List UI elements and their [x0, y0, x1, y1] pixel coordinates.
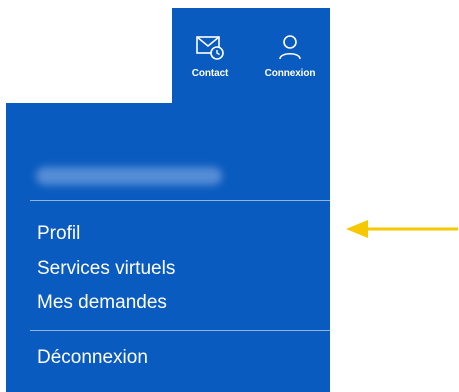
menu-divider	[30, 330, 330, 331]
login-label: Connexion	[264, 68, 316, 79]
user-icon	[277, 32, 303, 62]
menu-item-mes-demandes[interactable]: Mes demandes	[37, 291, 167, 315]
logout-link[interactable]: Déconnexion	[37, 346, 148, 370]
header-toolbar: Contact Connexion	[172, 8, 330, 104]
envelope-clock-icon	[195, 32, 225, 62]
login-button[interactable]: Connexion	[254, 8, 326, 104]
arrow-left-icon	[346, 220, 458, 238]
blurred-user-name	[36, 167, 222, 185]
menu-divider	[30, 200, 330, 201]
menu-item-profil[interactable]: Profil	[37, 222, 80, 246]
menu-item-services-virtuels[interactable]: Services virtuels	[37, 257, 175, 281]
contact-button[interactable]: Contact	[180, 8, 240, 104]
contact-label: Contact	[191, 68, 229, 79]
user-menu-panel: Profil Services virtuels Mes demandes Dé…	[6, 103, 330, 392]
